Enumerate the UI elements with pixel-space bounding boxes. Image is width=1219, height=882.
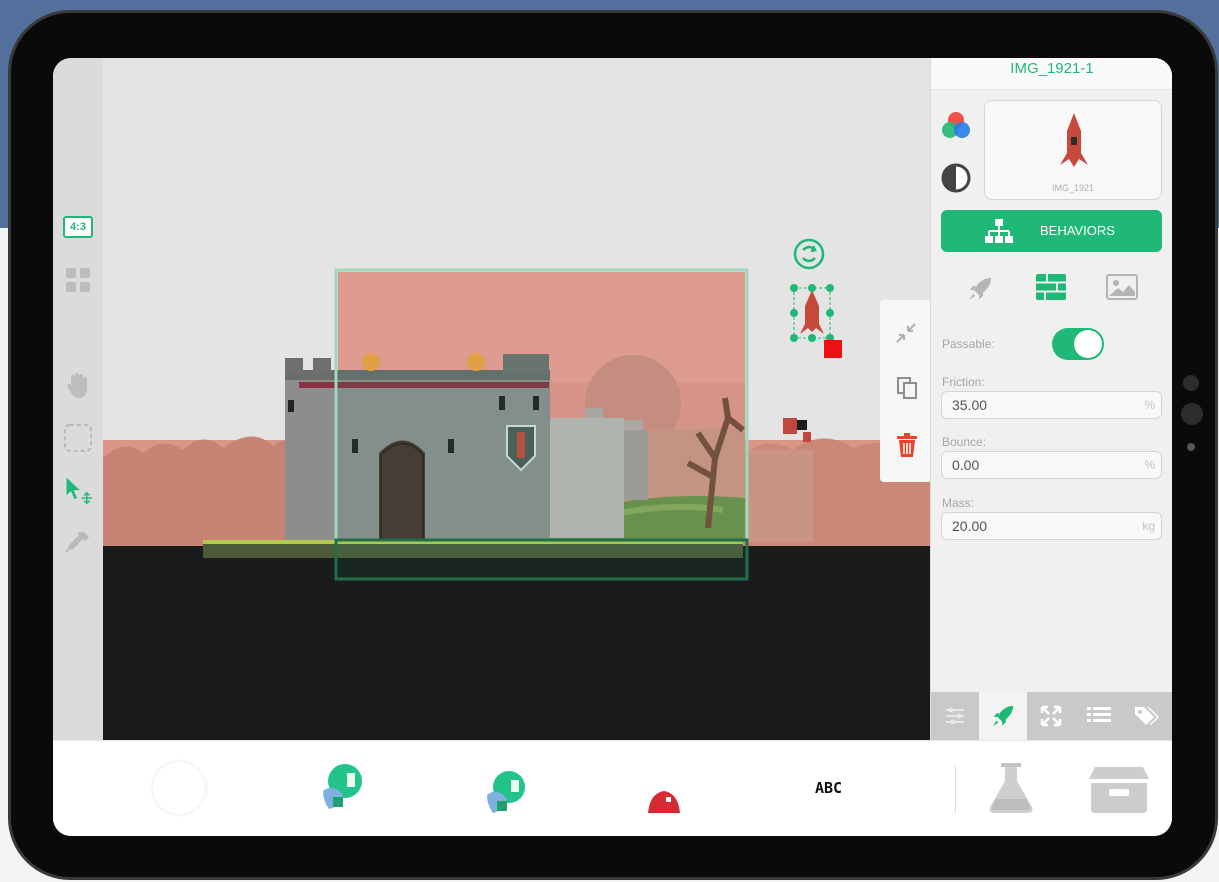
- mass-field[interactable]: 20.00 kg: [941, 512, 1162, 540]
- friction-label: Friction:: [942, 375, 985, 389]
- object-name[interactable]: IMG_1921-1: [931, 58, 1172, 90]
- sprite-thumbnail-label: IMG_1921: [1051, 183, 1095, 193]
- sliders-icon: [946, 707, 964, 725]
- selected-sprite[interactable]: [789, 284, 839, 344]
- device-button: [1181, 403, 1203, 425]
- mass-unit: kg: [1142, 519, 1155, 533]
- behaviors-button-label: BEHAVIORS: [1040, 223, 1115, 238]
- tab-transform[interactable]: [1027, 692, 1075, 740]
- mass-value: 20.00: [952, 518, 988, 534]
- object-actions: [880, 300, 931, 482]
- tab-physics[interactable]: [979, 692, 1027, 740]
- bounce-field[interactable]: 0.00 %: [941, 451, 1162, 479]
- app-screen: 4:3 IMG_1921-1 IMG_1921 BEHAVIORS Passab…: [53, 58, 1172, 836]
- palette-item-ghost[interactable]: [315, 761, 367, 817]
- friction-unit: %: [1144, 398, 1155, 412]
- device-button: [1183, 375, 1199, 391]
- shrink-icon[interactable]: [895, 322, 917, 344]
- contrast-icon[interactable]: [940, 162, 972, 194]
- bounce-value: 0.00: [952, 457, 980, 473]
- friction-value: 35.00: [952, 397, 988, 413]
- trash-icon[interactable]: [896, 432, 918, 458]
- tab-properties[interactable]: [931, 692, 979, 740]
- sprite-thumbnail[interactable]: IMG_1921: [984, 100, 1162, 200]
- friction-field[interactable]: 35.00 %: [941, 391, 1162, 419]
- bricks-icon[interactable]: [1035, 273, 1067, 301]
- resize-handle[interactable]: [824, 340, 842, 358]
- duplicate-icon[interactable]: [896, 376, 918, 400]
- image-icon[interactable]: [1106, 274, 1138, 300]
- scene-artwork: [103, 268, 930, 740]
- grid-icon[interactable]: [63, 265, 93, 295]
- color-icon[interactable]: [940, 110, 972, 142]
- palette-item-slime[interactable]: [646, 787, 682, 815]
- passable-label: Passable:: [942, 337, 995, 351]
- bounce-label: Bounce:: [942, 435, 987, 449]
- hierarchy-icon: [985, 219, 1013, 243]
- select-move-icon[interactable]: [63, 476, 93, 506]
- tab-tags[interactable]: [1123, 692, 1171, 740]
- tags-icon: [1135, 707, 1159, 725]
- passable-toggle[interactable]: [1052, 328, 1104, 360]
- mass-label: Mass:: [942, 496, 975, 510]
- palette-item-ghost-2[interactable]: [479, 767, 531, 819]
- hand-icon[interactable]: [63, 370, 93, 400]
- palette-item-text[interactable]: ABC: [815, 779, 842, 797]
- tab-list[interactable]: [1075, 692, 1123, 740]
- rotate-icon[interactable]: [793, 238, 825, 270]
- palette-divider: [955, 765, 956, 813]
- left-toolbar: 4:3: [53, 58, 103, 740]
- scene-canvas[interactable]: [103, 58, 930, 740]
- rocket-icon[interactable]: [967, 276, 993, 302]
- archive-box-icon[interactable]: [1087, 765, 1151, 815]
- inspector-panel: IMG_1921-1 IMG_1921 BEHAVIORS Passable: …: [930, 58, 1172, 740]
- flask-icon[interactable]: [986, 761, 1036, 815]
- marquee-icon[interactable]: [63, 423, 93, 453]
- list-icon: [1087, 707, 1111, 722]
- bounce-unit: %: [1144, 458, 1155, 472]
- device-camera: [1187, 443, 1195, 451]
- palette-item-circle[interactable]: [153, 762, 205, 814]
- aspect-ratio-button[interactable]: 4:3: [63, 216, 93, 238]
- object-palette: ABC: [53, 740, 1172, 836]
- inspector-tabs: [931, 692, 1172, 740]
- expand-icon: [1040, 705, 1062, 727]
- behaviors-button[interactable]: BEHAVIORS: [941, 210, 1162, 252]
- rocket-icon: [992, 705, 1014, 727]
- eyedropper-icon[interactable]: [63, 528, 93, 558]
